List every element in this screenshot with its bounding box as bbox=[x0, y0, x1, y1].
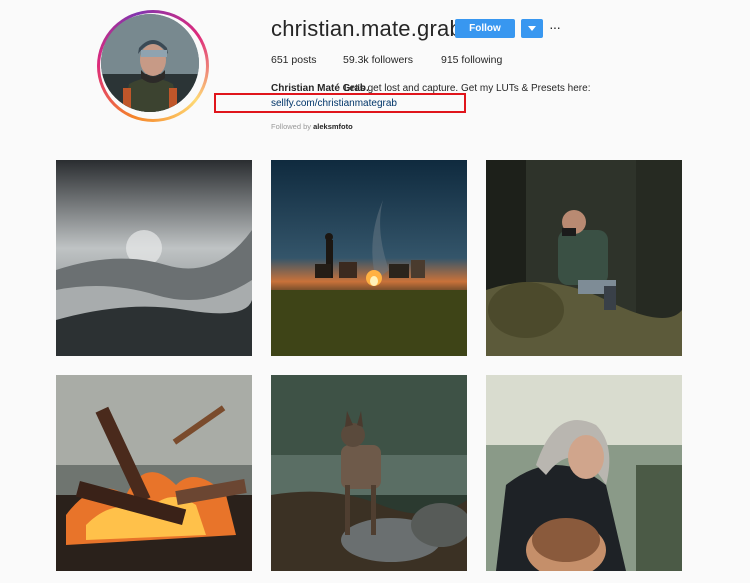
follow-button[interactable]: Follow bbox=[455, 19, 515, 38]
suggested-accounts-button[interactable] bbox=[521, 19, 543, 38]
post-thumbnail[interactable] bbox=[486, 160, 682, 356]
post-image-photographer-in-forest bbox=[486, 160, 682, 356]
post-image-campfire-group-dusk bbox=[271, 160, 467, 356]
followed-by: Followed by aleksmfoto bbox=[271, 122, 353, 131]
post-thumbnail[interactable] bbox=[271, 375, 467, 571]
post-image-dog-in-creek bbox=[271, 375, 467, 571]
post-thumbnail[interactable] bbox=[271, 160, 467, 356]
post-thumbnail[interactable] bbox=[486, 375, 682, 571]
followers-count[interactable]: 59.3k followers bbox=[343, 54, 413, 66]
post-image-burning-logs bbox=[56, 375, 252, 571]
post-image-hooded-man-portrait bbox=[486, 375, 682, 571]
post-image-misty-mountains bbox=[56, 160, 252, 356]
post-thumbnail[interactable] bbox=[56, 375, 252, 571]
highlight-box bbox=[214, 93, 466, 113]
followed-by-user[interactable]: aleksmfoto bbox=[313, 122, 353, 131]
profile-avatar-ring[interactable] bbox=[97, 10, 209, 122]
post-thumbnail[interactable] bbox=[56, 160, 252, 356]
following-count[interactable]: 915 following bbox=[441, 54, 502, 66]
posts-count: 651 posts bbox=[271, 54, 317, 66]
followed-by-prefix: Followed by bbox=[271, 122, 312, 131]
profile-username: christian.mate.grab bbox=[271, 16, 462, 41]
chevron-down-icon bbox=[528, 26, 536, 31]
profile-avatar[interactable] bbox=[101, 14, 199, 112]
avatar-image bbox=[101, 14, 199, 112]
more-options-icon[interactable]: ··· bbox=[549, 20, 563, 34]
